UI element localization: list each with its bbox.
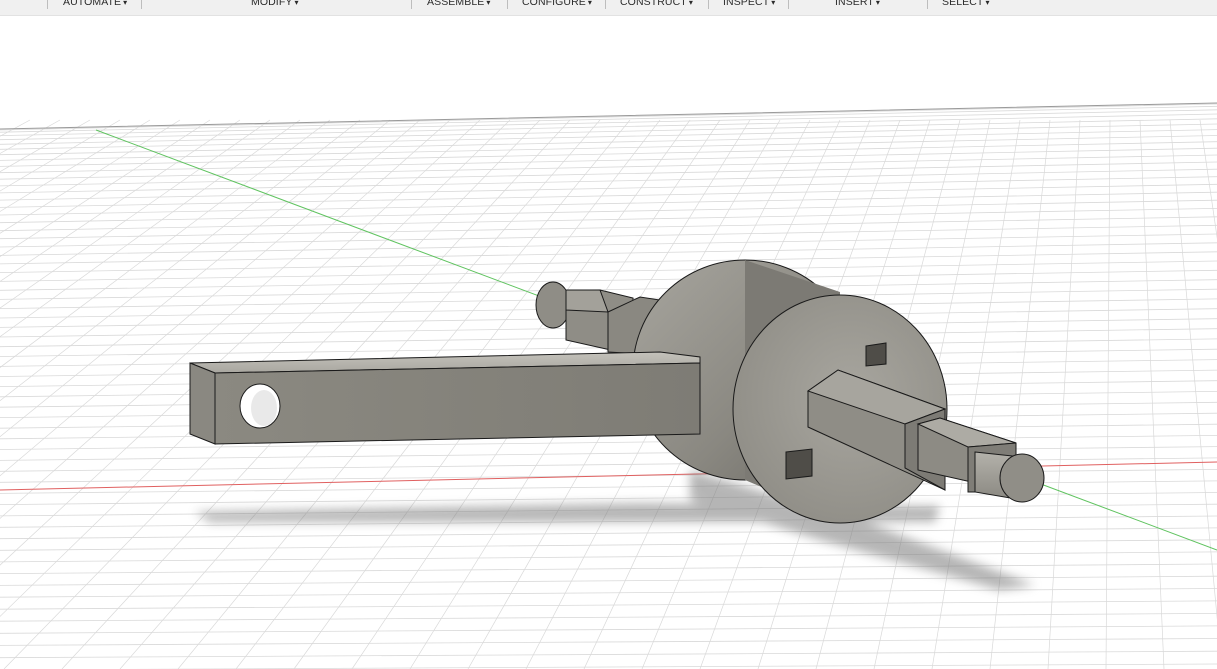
grid-line: [0, 600, 1217, 610]
chevron-down-icon: ▾: [587, 0, 593, 7]
configure-menu[interactable]: CONFIGURE ▾: [522, 0, 592, 8]
grid-line: [0, 613, 1217, 622]
grid-line: [0, 113, 1217, 141]
grid-line: [0, 588, 1217, 598]
chevron-down-icon: ▾: [294, 0, 299, 7]
grid-line: [0, 638, 1217, 646]
grid-line: [0, 551, 1217, 563]
modify-menu-label: MODIFY: [251, 0, 293, 8]
model-canvas[interactable]: [0, 16, 1217, 669]
grid-line: [0, 105, 1217, 133]
arm-bar: [189, 351, 701, 445]
grid-line: [0, 233, 1217, 256]
construct-menu-label: CONSTRUCT: [620, 0, 687, 8]
chevron-down-icon: ▾: [486, 0, 491, 7]
chevron-down-icon: ▾: [875, 0, 881, 7]
toolbar-separator: [788, 0, 789, 9]
grid-line: [0, 625, 1217, 634]
grid-line: [0, 563, 1217, 574]
toolbar-separator: [927, 0, 928, 9]
automate-menu[interactable]: AUTOMATE ▾: [63, 0, 127, 8]
chevron-down-icon: ▾: [688, 0, 693, 7]
grid-line: [0, 224, 1217, 248]
assemble-menu[interactable]: ASSEMBLE ▾: [427, 0, 491, 8]
grid-line: [121, 663, 1217, 669]
toolbar-separator: [507, 0, 508, 9]
grid-line: [1139, 119, 1165, 669]
grid-line: [0, 539, 1217, 551]
toolbar-separator: [708, 0, 709, 9]
ribbon-toolbar: AUTOMATE ▾ MODIFY ▾ ASSEMBLE ▾ CONFIGURE ▾ C…: [0, 0, 1217, 16]
select-menu[interactable]: SELECT ▾: [942, 0, 990, 8]
grid-line: [0, 269, 1217, 291]
chevron-down-icon: ▾: [985, 0, 990, 7]
grid-line: [0, 119, 151, 212]
grid-line: [0, 103, 1217, 131]
grid-line: [1047, 119, 1081, 669]
grid-line: [0, 527, 1217, 540]
grid-line: [0, 650, 1217, 659]
toolbar-separator: [605, 0, 606, 9]
grid-line: [0, 135, 1217, 161]
select-menu-label: SELECT: [942, 0, 984, 8]
construct-menu[interactable]: CONSTRUCT ▾: [620, 0, 693, 8]
insert-menu[interactable]: INSERT ▾: [835, 0, 880, 8]
insert-menu-label: INSERT: [835, 0, 874, 8]
grid-line: [0, 119, 61, 154]
chevron-down-icon: ▾: [123, 0, 128, 7]
grid-line: [0, 147, 1217, 174]
grid-line: [0, 176, 1217, 201]
toolbar-separator: [141, 0, 142, 9]
grid-line: [1169, 119, 1217, 620]
inspect-menu-label: INSPECT: [723, 0, 770, 8]
grid-line: [0, 435, 1217, 450]
chevron-down-icon: ▾: [771, 0, 776, 7]
canvas-viewport[interactable]: [0, 16, 1217, 669]
inspect-menu[interactable]: INSPECT ▾: [723, 0, 775, 8]
grid-line: [0, 161, 1217, 187]
assemble-menu-label: ASSEMBLE: [427, 0, 485, 8]
modify-menu[interactable]: MODIFY ▾: [251, 0, 299, 8]
grid-line: [0, 119, 121, 192]
automate-menu-label: AUTOMATE: [63, 0, 122, 8]
square-hole: [865, 342, 887, 367]
toolbar-separator: [411, 0, 412, 9]
ground-plane-edge: [0, 102, 1217, 130]
grid-line: [0, 575, 1217, 586]
grid-line: [0, 129, 1217, 156]
toolbar-separator: [47, 0, 48, 9]
grid-line: [0, 119, 91, 173]
configure-menu-label: CONFIGURE: [522, 0, 586, 8]
square-hole: [785, 448, 813, 480]
